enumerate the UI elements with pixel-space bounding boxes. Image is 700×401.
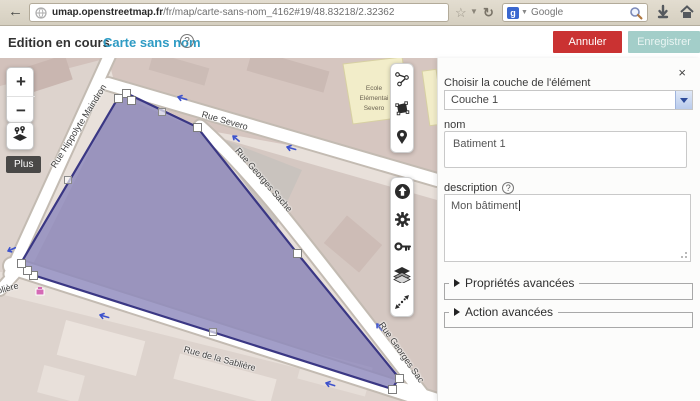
- search-engine-label: Google: [531, 7, 629, 18]
- site-globe-icon: [35, 7, 47, 19]
- reload-icon[interactable]: ↻: [483, 5, 494, 21]
- advanced-actions-section: Action avancées: [444, 305, 693, 328]
- bookmark-star-icon[interactable]: ☆: [455, 5, 467, 21]
- name-input[interactable]: [444, 131, 687, 168]
- triangle-right-icon: [454, 279, 460, 287]
- cancel-button[interactable]: Annuler: [553, 31, 622, 53]
- browser-chrome: ← umap.openstreetmap.fr/fr/map/carte-san…: [0, 0, 700, 26]
- description-value: Mon bâtiment: [451, 200, 518, 212]
- search-input[interactable]: g ▼ Google: [502, 3, 648, 22]
- feature-edit-panel: × Choisir la couche de l'élément Couche …: [437, 58, 700, 401]
- save-button[interactable]: Enregistrer: [628, 31, 700, 53]
- import-button[interactable]: [391, 180, 413, 204]
- name-label: nom: [444, 119, 465, 131]
- advanced-actions-toggle[interactable]: Action avancées: [449, 305, 558, 319]
- search-engine-caret-icon[interactable]: ▼: [521, 9, 528, 16]
- layer-select[interactable]: Couche 1: [444, 90, 693, 110]
- zoom-out-button[interactable]: −: [7, 96, 35, 124]
- address-bar[interactable]: umap.openstreetmap.fr/fr/map/carte-sans-…: [29, 3, 449, 22]
- layers-button[interactable]: [391, 263, 413, 287]
- draw-polyline-button[interactable]: [391, 67, 413, 91]
- map-pins-icon: [11, 125, 29, 148]
- description-textarea[interactable]: Mon bâtiment: [444, 194, 691, 262]
- text-cursor: [519, 200, 520, 211]
- map-canvas[interactable]: Rue Hippolyte Maindron Rue Severo Rue Ge…: [0, 58, 437, 401]
- layer-select-value: Couche 1: [445, 94, 675, 106]
- url-domain: umap.openstreetmap.fr: [52, 7, 163, 18]
- settings-gear-button[interactable]: [391, 207, 413, 231]
- back-button[interactable]: ←: [5, 2, 26, 23]
- edit-status-text: Edition en cours: [8, 35, 110, 50]
- help-icon[interactable]: ?: [180, 34, 194, 48]
- permissions-key-button[interactable]: [391, 235, 413, 259]
- resize-grip-icon[interactable]: [680, 251, 687, 258]
- measure-button[interactable]: [391, 290, 413, 314]
- dropdown-caret-icon[interactable]: ▼: [470, 7, 478, 16]
- url-path: /fr/map/carte-sans-nom_4162#19/48.83218/…: [163, 7, 394, 18]
- draw-polygon-button[interactable]: [391, 96, 413, 120]
- description-label: description: [444, 182, 497, 194]
- draw-marker-button[interactable]: [391, 125, 413, 149]
- advanced-properties-section: Propriétés avancées: [444, 276, 693, 300]
- draw-toolbar: [390, 63, 414, 153]
- edit-toolbar: [390, 177, 414, 317]
- zoom-in-button[interactable]: +: [7, 68, 35, 96]
- more-controls-button[interactable]: [6, 122, 34, 150]
- home-icon[interactable]: [679, 4, 695, 20]
- advanced-properties-toggle[interactable]: Propriétés avancées: [449, 276, 579, 290]
- plus-tooltip: Plus: [6, 156, 41, 173]
- triangle-right-icon: [454, 308, 460, 316]
- umap-header: Edition en cours Carte sans nom ? Annule…: [0, 26, 700, 58]
- download-icon[interactable]: [655, 4, 671, 20]
- poi-icon: [36, 287, 44, 295]
- close-icon[interactable]: ×: [678, 66, 686, 79]
- layer-select-label: Choisir la couche de l'élément: [444, 77, 590, 89]
- zoom-control: + −: [6, 67, 34, 123]
- description-help-icon[interactable]: ?: [502, 182, 514, 194]
- chevron-down-icon[interactable]: [675, 91, 692, 109]
- search-engine-favicon: g: [507, 7, 519, 19]
- magnifier-icon[interactable]: [629, 6, 643, 20]
